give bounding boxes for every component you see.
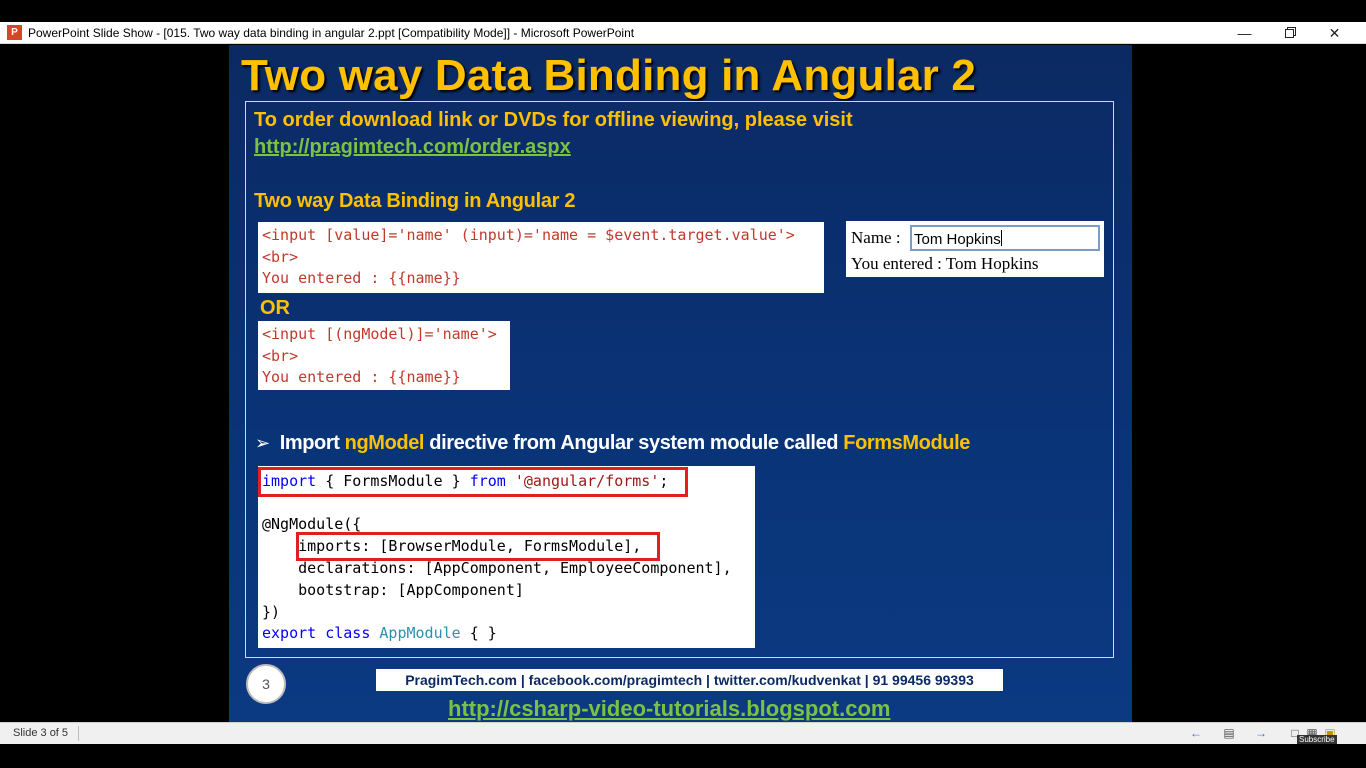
order-link[interactable]: http://pragimtech.com/order.aspx: [254, 136, 571, 159]
name-input[interactable]: Tom Hopkins: [910, 225, 1100, 251]
bullet-import-ngmodel: ➢ Import ngModel directive from Angular s…: [255, 432, 970, 455]
code-line: <input [(ngModel)]='name'>: [262, 325, 497, 343]
slide-menu-icon[interactable]: ▤: [1222, 726, 1236, 740]
code-line: declarations: [AppComponent, EmployeeCom…: [262, 559, 732, 577]
window-titlebar: P PowerPoint Slide Show - [015. Two way …: [0, 22, 1366, 44]
code-line: }): [262, 603, 281, 621]
slide-counter: Slide 3 of 5: [13, 727, 69, 739]
code-line: <input [value]='name' (input)='name = $e…: [262, 226, 795, 244]
code-line: <br>: [262, 247, 299, 266]
code-snippet-ngmodel: <input [(ngModel)]='name'> <br> You entere…: [258, 321, 510, 390]
footer-contacts: PragimTech.com | facebook.com/pragimtech…: [376, 669, 1003, 691]
restore-button[interactable]: [1267, 22, 1312, 44]
status-bar: Slide 3 of 5 ← ▤ → □ ▦ ▣: [0, 722, 1366, 744]
code-text: { }: [460, 624, 497, 642]
or-label: OR: [260, 297, 290, 319]
bullet-highlight-ngmodel: ngModel: [344, 432, 425, 454]
code-line: <br>: [262, 346, 299, 365]
next-slide-icon[interactable]: →: [1254, 726, 1268, 740]
slide-canvas[interactable]: Two way Data Binding in Angular 2 To ord…: [229, 45, 1132, 722]
close-icon: ✕: [1328, 25, 1341, 41]
bullet-text: directive from Angular system module cal…: [424, 432, 844, 454]
bullet-highlight-formsmodule: FormsModule: [843, 432, 970, 454]
code-line: bootstrap: [AppComponent]: [262, 581, 524, 599]
bullet-arrow-icon: ➢: [255, 433, 270, 453]
text-caret: [1000, 230, 1002, 246]
code-line: You entered : {{name}}: [262, 269, 461, 287]
minimize-icon: —: [1237, 25, 1252, 41]
minimize-button[interactable]: —: [1222, 22, 1267, 44]
section-heading: Two way Data Binding in Angular 2: [254, 190, 576, 212]
name-input-value: Tom Hopkins: [914, 231, 1001, 248]
powerpoint-app-icon: P: [7, 25, 22, 40]
bullet-text: Import: [279, 432, 345, 454]
status-divider: [78, 726, 79, 741]
close-button[interactable]: ✕: [1312, 22, 1357, 44]
code-line-export: export class AppModule { }: [262, 623, 497, 645]
keyword: export: [262, 624, 317, 642]
window-title: PowerPoint Slide Show - [015. Two way da…: [28, 26, 635, 40]
code-snippet-app-module: import { FormsModule } from '@angular/fo…: [258, 466, 755, 648]
restore-icon: [1285, 29, 1294, 38]
code-line: You entered : {{name}}: [262, 368, 461, 386]
class-name: AppModule: [379, 624, 461, 642]
binding-demo-output: Name : Tom Hopkins You entered : Tom Hop…: [846, 221, 1104, 277]
highlight-box-import: [258, 467, 688, 497]
footer-blog-link[interactable]: http://csharp-video-tutorials.blogspot.c…: [448, 696, 890, 722]
subscribe-watermark[interactable]: Subscribe: [1297, 735, 1337, 744]
code-snippet-property-event-binding: <input [value]='name' (input)='name = $e…: [258, 222, 824, 293]
highlight-box-imports: [296, 532, 660, 561]
keyword: class: [325, 624, 371, 642]
slide-number-badge: 3: [246, 664, 286, 704]
name-label: Name :: [851, 228, 901, 247]
slide-title: Two way Data Binding in Angular 2: [241, 51, 977, 100]
entered-text: You entered : Tom Hopkins: [851, 254, 1039, 273]
previous-slide-icon[interactable]: ←: [1189, 726, 1203, 740]
order-text: To order download link or DVDs for offli…: [254, 109, 853, 131]
